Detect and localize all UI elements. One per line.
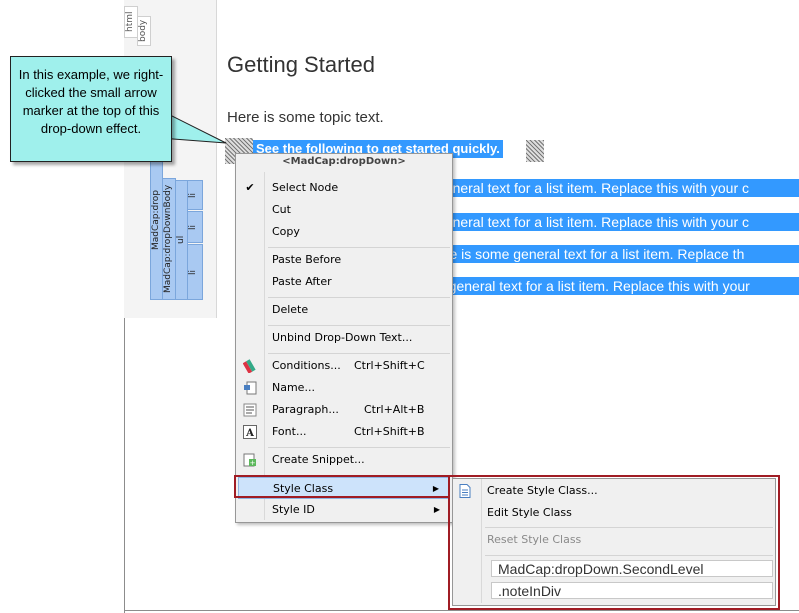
menu-item-label: Style ID bbox=[272, 503, 315, 516]
menu-item-label: Create Snippet... bbox=[272, 453, 365, 466]
list-item[interactable]: general text for a list item. Replace th… bbox=[437, 213, 799, 231]
menu-item-delete[interactable]: Delete bbox=[238, 299, 450, 321]
menu-item-paste-after[interactable]: Paste After bbox=[238, 271, 450, 293]
list-item[interactable]: general text for a list item. Replace th… bbox=[437, 179, 799, 197]
dropdown-end-marker[interactable] bbox=[526, 140, 544, 162]
menu-item-paste-before[interactable]: Paste Before bbox=[238, 249, 450, 271]
svg-text:A: A bbox=[245, 428, 254, 439]
page-title: Getting Started bbox=[227, 52, 375, 77]
menu-item-label: Copy bbox=[272, 225, 300, 238]
snippet-icon: + bbox=[243, 453, 257, 467]
menu-item-label: Name... bbox=[272, 381, 315, 394]
menu-item-shortcut: Ctrl+Shift+B bbox=[354, 425, 425, 438]
topic-text: Here is some topic text. bbox=[227, 109, 384, 126]
conditions-icon bbox=[242, 359, 257, 374]
menu-item-font[interactable]: A Font... Ctrl+Shift+B bbox=[238, 421, 450, 443]
callout-text: In this example, we right-clicked the sm… bbox=[18, 67, 164, 136]
callout-pointer bbox=[160, 110, 227, 144]
list-item[interactable]: ere is some general text for a list item… bbox=[437, 245, 799, 263]
checkmark-icon: ✔ bbox=[245, 181, 255, 194]
menu-separator bbox=[268, 325, 450, 326]
menu-item-shortcut: Ctrl+Alt+B bbox=[364, 403, 425, 416]
menu-separator bbox=[268, 297, 450, 298]
structure-tag-li[interactable]: li bbox=[187, 180, 203, 210]
editor-bottom-edge bbox=[124, 610, 799, 611]
menu-item-label: Conditions... bbox=[272, 359, 341, 372]
menu-item-paragraph[interactable]: Paragraph... Ctrl+Alt+B bbox=[238, 399, 450, 421]
menu-item-conditions[interactable]: Conditions... Ctrl+Shift+C bbox=[238, 355, 450, 377]
name-icon bbox=[243, 381, 257, 395]
structure-tag-dropdown-body[interactable]: MadCap:dropDownBody bbox=[162, 178, 176, 300]
highlight-frame bbox=[448, 475, 780, 610]
menu-separator bbox=[268, 247, 450, 248]
font-icon: A bbox=[243, 425, 257, 439]
svg-text:+: + bbox=[250, 459, 256, 467]
menu-separator bbox=[268, 447, 450, 448]
structure-tag-body[interactable]: body bbox=[137, 16, 151, 46]
menu-item-label: Paragraph... bbox=[272, 403, 339, 416]
structure-tag-li[interactable]: li bbox=[187, 211, 203, 243]
menu-item-create-snippet[interactable]: + Create Snippet... bbox=[238, 449, 450, 471]
structure-tag-li[interactable]: li bbox=[187, 244, 203, 300]
highlight-frame bbox=[234, 475, 450, 498]
menu-item-label: Font... bbox=[272, 425, 307, 438]
menu-item-label: Unbind Drop-Down Text... bbox=[272, 331, 413, 344]
menu-item-style-id[interactable]: Style ID ▶ bbox=[238, 499, 450, 521]
menu-item-name[interactable]: Name... bbox=[238, 377, 450, 399]
menu-item-label: Paste After bbox=[272, 275, 332, 288]
menu-item-shortcut: Ctrl+Shift+C bbox=[354, 359, 425, 372]
menu-item-label: Select Node bbox=[272, 181, 339, 194]
menu-item-select-node[interactable]: ✔ Select Node bbox=[238, 177, 450, 199]
menu-item-unbind-dropdown[interactable]: Unbind Drop-Down Text... bbox=[238, 327, 450, 349]
list-item[interactable]: e general text for a list item. Replace … bbox=[437, 277, 799, 295]
paragraph-icon bbox=[243, 403, 257, 417]
structure-tag-html[interactable]: html bbox=[124, 6, 138, 38]
menu-item-label: Paste Before bbox=[272, 253, 342, 266]
menu-item-cut[interactable]: Cut bbox=[238, 199, 450, 221]
menu-header: <MadCap:dropDown> bbox=[282, 156, 406, 167]
menu-separator bbox=[268, 353, 450, 354]
submenu-arrow-icon: ▶ bbox=[433, 505, 440, 514]
menu-item-label: Delete bbox=[272, 303, 309, 316]
callout-box: In this example, we right-clicked the sm… bbox=[10, 56, 172, 162]
menu-item-copy[interactable]: Copy bbox=[238, 221, 450, 243]
menu-item-label: Cut bbox=[272, 203, 291, 216]
context-menu: <MadCap:dropDown> ✔ Select Node Cut Copy… bbox=[235, 153, 453, 523]
